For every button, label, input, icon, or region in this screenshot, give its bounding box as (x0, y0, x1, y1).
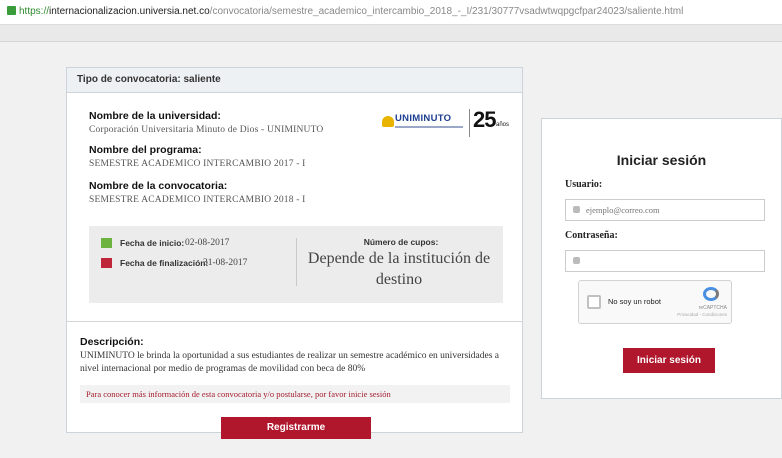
usuario-input[interactable] (565, 199, 765, 221)
logo-divider (469, 109, 470, 137)
section-divider (67, 321, 522, 322)
uniminuto-logo: UNIMINUTO 25 años (380, 107, 509, 137)
register-button[interactable]: Registrarme (221, 417, 371, 439)
lock-icon (7, 6, 16, 15)
descripcion-text: UNIMINUTO le brinda la oportunidad a sus… (80, 351, 500, 374)
usuario-label: Usuario: (565, 179, 603, 190)
toolbar-strip (0, 25, 782, 42)
recaptcha-widget: No soy un robot reCAPTCHA Privacidad - C… (578, 280, 732, 324)
url-path: /convocatoria/semestre_academico_interca… (209, 6, 684, 17)
user-icon (573, 206, 580, 213)
fecha-fin-value: 31-08-2017 (203, 258, 248, 268)
address-bar[interactable]: https://internacionalizacion.universia.n… (0, 0, 782, 25)
convocatoria-type-header: Tipo de convocatoria: saliente (67, 68, 522, 93)
cupos-label: Número de cupos: (363, 237, 439, 247)
captcha-links[interactable]: Privacidad - Condiciones (677, 312, 727, 317)
login-title: Iniciar sesión (616, 152, 707, 168)
recaptcha-logo-icon (703, 287, 719, 301)
universidad-value: Corporación Universitaria Minuto de Dios… (89, 125, 324, 135)
logo-subline (395, 126, 463, 128)
fecha-inicio-label: Fecha de inicio: (120, 238, 185, 248)
descripcion-label: Descripción: (80, 336, 144, 348)
programa-value: SEMESTRE ACADEMICO INTERCAMBIO 2017 - I (89, 159, 306, 169)
captcha-label: No soy un robot (608, 297, 661, 306)
dates-panel: Fecha de inicio: 02-08-2017 Fecha de fin… (89, 226, 503, 303)
login-submit-button[interactable]: Iniciar sesión (623, 348, 715, 373)
lock-field-icon (573, 257, 580, 264)
logo-anniversary-word: años (496, 122, 510, 128)
calendar-end-icon (101, 258, 112, 268)
convocatoria-name-value: SEMESTRE ACADEMICO INTERCAMBIO 2018 - I (89, 195, 306, 205)
logo-brand: UNIMINUTO (395, 113, 452, 124)
convocatoria-card: Tipo de convocatoria: saliente Nombre de… (66, 67, 523, 439)
url-scheme: https:// (19, 6, 50, 17)
calendar-start-icon (101, 238, 112, 248)
logo-anniversary-number: 25 (473, 107, 497, 132)
contrasena-label: Contraseña: (565, 230, 618, 241)
captcha-brand: reCAPTCHA (698, 305, 727, 311)
fecha-fin-label: Fecha de finalización: (120, 258, 209, 268)
login-panel: Iniciar sesión Usuario: Contraseña: No s… (541, 118, 782, 399)
universidad-label: Nombre de la universidad: (89, 110, 221, 122)
programa-label: Nombre del programa: (89, 144, 202, 156)
url-domain: internacionalizacion.universia.net.co (49, 6, 210, 17)
sun-icon (382, 116, 394, 127)
cupos-value: Depende de la institución de destino (307, 250, 491, 288)
fecha-inicio-value: 02-08-2017 (185, 238, 230, 248)
convocatoria-name-label: Nombre de la convocatoria: (89, 180, 228, 192)
captcha-checkbox[interactable] (587, 295, 601, 309)
contrasena-input[interactable] (565, 250, 765, 272)
login-notice: Para conocer más información de esta con… (80, 385, 510, 403)
